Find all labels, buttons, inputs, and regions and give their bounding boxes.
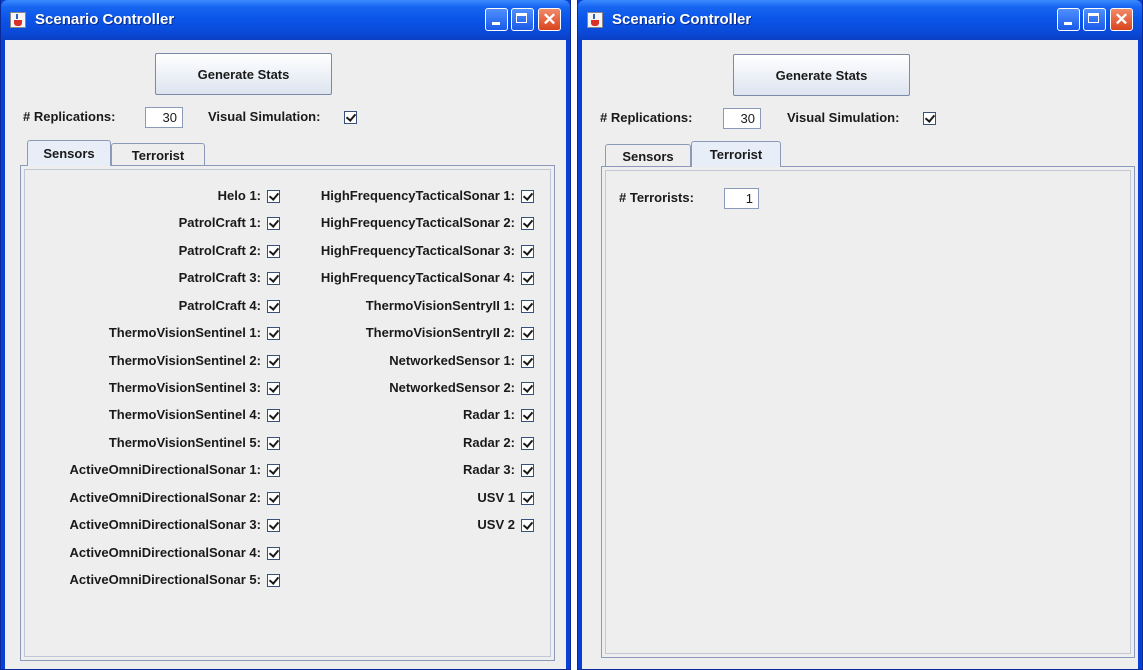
close-icon: ✕	[1114, 10, 1129, 29]
visual-simulation-label: Visual Simulation:	[787, 110, 900, 125]
sensor-checkbox[interactable]	[267, 464, 280, 478]
close-button[interactable]: ✕	[1110, 8, 1133, 31]
sensor-checkbox[interactable]	[521, 464, 534, 478]
minimize-icon	[492, 22, 500, 25]
sensor-label: NetworkedSensor 1:	[389, 352, 515, 368]
sensor-checkbox[interactable]	[267, 491, 280, 505]
visual-simulation-label: Visual Simulation:	[208, 109, 321, 124]
sensor-label: ActiveOmniDirectionalSonar 1:	[69, 462, 261, 478]
sensor-label: PatrolCraft 1:	[178, 215, 261, 231]
sensor-checkbox[interactable]	[521, 217, 534, 231]
window-title: Scenario Controller	[35, 11, 175, 28]
sensor-checkbox[interactable]	[267, 436, 280, 450]
sensor-label: ActiveOmniDirectionalSonar 5:	[69, 572, 261, 588]
java-cup-icon[interactable]	[10, 12, 26, 28]
sensor-checkbox[interactable]	[521, 436, 534, 450]
generate-stats-button[interactable]: Generate Stats	[155, 53, 332, 95]
close-icon: ✕	[542, 10, 557, 29]
replications-input[interactable]: 30	[723, 108, 761, 129]
sensor-label: PatrolCraft 3:	[178, 270, 261, 286]
sensor-checkbox[interactable]	[267, 299, 280, 313]
sensor-checkbox[interactable]	[267, 574, 280, 588]
sensor-checkbox[interactable]	[267, 272, 280, 286]
sensor-checkbox[interactable]	[267, 190, 280, 203]
sensor-checkbox[interactable]	[267, 519, 280, 533]
replications-input[interactable]: 30	[145, 107, 183, 128]
sensor-checkbox[interactable]	[521, 190, 534, 203]
replications-label: # Replications:	[600, 110, 693, 125]
sensor-label: USV 1	[477, 489, 515, 505]
terrorist-panel-border	[605, 170, 1131, 654]
sensor-checkbox[interactable]	[267, 244, 280, 258]
sensor-checkbox[interactable]	[267, 546, 280, 560]
terrorists-label: # Terrorists:	[619, 190, 694, 205]
sensor-label: NetworkedSensor 2:	[389, 380, 515, 395]
sensor-checkbox[interactable]	[267, 382, 280, 395]
sensor-label: ThermoVisionSentinel 3:	[108, 380, 261, 395]
sensor-label: Radar 2:	[462, 434, 515, 450]
terrorist-tab-panel	[601, 166, 1135, 658]
sensor-checkbox[interactable]	[521, 354, 534, 368]
sensor-checkbox[interactable]	[521, 519, 534, 533]
sensor-checkbox[interactable]	[267, 217, 280, 231]
sensor-label: HighFrequencyTacticalSonar 4:	[320, 270, 515, 286]
sensor-label: PatrolCraft 2:	[178, 242, 261, 258]
title-bar[interactable]: Scenario Controller ✕	[578, 0, 1142, 40]
tab-sensors[interactable]: Sensors	[27, 140, 111, 166]
replications-label: # Replications:	[23, 109, 116, 124]
visual-simulation-checkbox[interactable]	[344, 111, 357, 124]
sensor-checkbox[interactable]	[521, 272, 534, 286]
maximize-icon	[1088, 13, 1099, 23]
visual-simulation-checkbox[interactable]	[923, 112, 936, 125]
sensor-label: Helo 1:	[217, 188, 261, 203]
minimize-button[interactable]	[1057, 8, 1080, 31]
sensor-label: ThermoVisionSentinel 2:	[108, 352, 261, 368]
sensor-checkbox[interactable]	[267, 327, 280, 341]
title-bar[interactable]: Scenario Controller ✕	[1, 0, 570, 40]
sensor-label: HighFrequencyTacticalSonar 2:	[320, 215, 515, 231]
close-button[interactable]: ✕	[538, 8, 561, 31]
tab-terrorist[interactable]: Terrorist	[691, 141, 781, 167]
maximize-icon	[516, 13, 527, 23]
minimize-icon	[1064, 22, 1072, 25]
sensor-checkbox[interactable]	[521, 491, 534, 505]
maximize-button[interactable]	[1083, 8, 1106, 31]
minimize-button[interactable]	[485, 8, 508, 31]
scenario-controller-window-sensors: Scenario Controller ✕ Generate Stats # R…	[0, 0, 571, 670]
sensor-label: ActiveOmniDirectionalSonar 4:	[69, 544, 261, 560]
sensor-checkbox[interactable]	[521, 409, 534, 423]
sensor-checkbox[interactable]	[521, 299, 534, 313]
sensor-label: HighFrequencyTacticalSonar 1:	[320, 188, 515, 203]
sensor-label: ActiveOmniDirectionalSonar 2:	[69, 489, 261, 505]
sensor-label: USV 2	[477, 517, 515, 533]
sensor-label: ThermoVisionSentinel 1:	[108, 325, 261, 341]
sensor-checkbox[interactable]	[521, 382, 534, 395]
sensor-label: ThermoVisionSentinel 5:	[108, 434, 261, 450]
java-cup-icon[interactable]	[587, 12, 603, 28]
tab-sensors[interactable]: Sensors	[605, 144, 691, 167]
window-content: Generate Stats # Replications: 30 Visual…	[582, 40, 1138, 669]
sensor-label: Radar 1:	[462, 407, 515, 423]
window-title: Scenario Controller	[612, 11, 752, 28]
sensor-checkbox[interactable]	[521, 244, 534, 258]
scenario-controller-window-terrorist: Scenario Controller ✕ Generate Stats # R…	[577, 0, 1143, 670]
sensor-checkbox[interactable]	[267, 354, 280, 368]
maximize-button[interactable]	[511, 8, 534, 31]
terrorists-input[interactable]: 1	[724, 188, 759, 209]
generate-stats-button[interactable]: Generate Stats	[733, 54, 910, 96]
sensor-checkbox[interactable]	[521, 327, 534, 341]
sensor-label: HighFrequencyTacticalSonar 3:	[320, 242, 515, 258]
sensor-label: PatrolCraft 4:	[178, 297, 261, 313]
sensor-label: ThermoVisionSentryII 1:	[365, 297, 515, 313]
sensor-label: ActiveOmniDirectionalSonar 3:	[69, 517, 261, 533]
sensor-checkbox[interactable]	[267, 409, 280, 423]
tab-terrorist[interactable]: Terrorist	[111, 143, 205, 166]
sensor-label: ThermoVisionSentinel 4:	[108, 407, 261, 423]
window-content: Generate Stats # Replications: 30 Visual…	[5, 40, 566, 669]
sensor-label: ThermoVisionSentryII 2:	[365, 325, 515, 341]
sensor-label: Radar 3:	[462, 462, 515, 478]
